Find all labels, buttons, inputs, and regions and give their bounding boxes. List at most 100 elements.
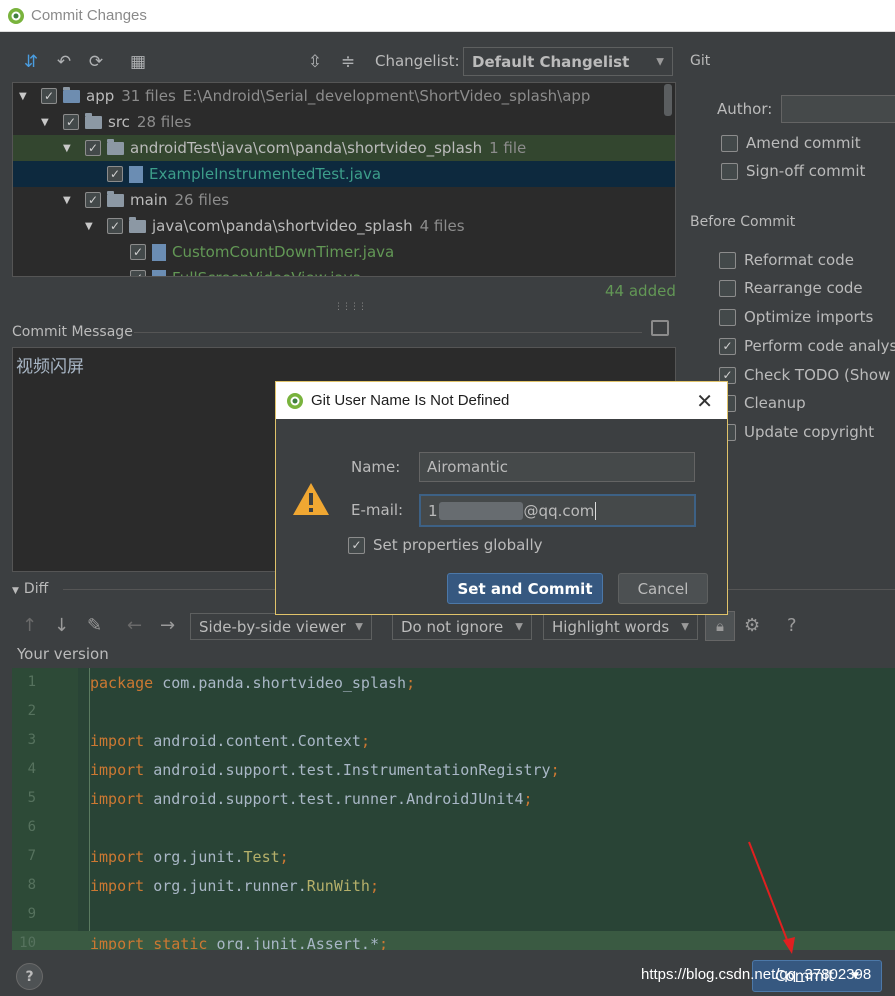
chevron-down-icon[interactable]: ▼ [63,195,77,206]
checkbox-unchecked[interactable] [719,308,736,326]
whitespace-select[interactable]: Do not ignore ▼ [392,613,532,640]
tree-node-count: 1 file [489,139,527,157]
tree-node-java-package[interactable]: ▼ ✓ java\com\panda\shortvideo_splash 4 f… [13,213,675,239]
tree-node-count: 26 files [174,191,229,209]
close-icon[interactable]: ✕ [696,389,713,413]
line-number: 4 [27,761,36,777]
check-todo-checkbox[interactable]: ✓ Check TODO (Show All) [719,366,895,384]
chevron-down-icon: ▼ [355,621,363,632]
amend-commit-checkbox[interactable]: Amend commit [721,134,861,152]
your-version-label: Your version [17,645,109,663]
chevron-down-icon[interactable]: ▼ [63,143,77,154]
option-label: Rearrange code [744,279,863,297]
tree-node-app[interactable]: ▼ ✓ app 31 files E:\Android\Serial_devel… [13,83,675,109]
tree-node-label: src [108,113,130,131]
tree-node-label: ExampleInstrumentedTest.java [149,165,382,183]
option-label: Optimize imports [744,308,874,326]
help-button[interactable]: ? [16,963,43,990]
rollback-icon[interactable]: ↶ [53,51,75,73]
checkbox-checked[interactable]: ✓ [85,192,101,208]
checkbox-checked[interactable]: ✓ [107,218,123,234]
checkbox-checked[interactable]: ✓ [63,114,79,130]
code-analysis-checkbox[interactable]: ✓ Perform code analysis [719,337,895,355]
code-line: 5 import android.support.test.runner.Andr… [12,786,895,815]
viewer-mode-select[interactable]: Side-by-side viewer ▼ [190,613,372,640]
redacted-text [438,501,523,520]
splitter-handle[interactable]: ⋮⋮⋮⋮ [334,302,367,312]
optimize-imports-checkbox[interactable]: Optimize imports [719,308,873,326]
java-file-icon [152,269,166,276]
changelist-select[interactable]: Default Changelist ▼ [463,47,673,76]
rearrange-code-checkbox[interactable]: Rearrange code [719,279,863,297]
chevron-down-icon[interactable]: ▼ [85,221,99,232]
checkbox-checked[interactable]: ✓ [130,244,146,260]
cancel-button[interactable]: Cancel [618,573,708,604]
checkbox-checked[interactable]: ✓ [348,536,365,554]
tree-node-src[interactable]: ▼ ✓ src 28 files [13,109,675,135]
chevron-down-icon: ▼ [681,621,689,632]
move-to-changelist-icon[interactable]: ⇵ [20,51,42,73]
tree-node-file[interactable]: ✓ FullScreenVideoView.java [13,265,675,276]
line-number: 9 [27,906,36,922]
name-input[interactable]: Airomantic [419,452,695,482]
checkbox-unchecked[interactable] [721,134,738,152]
option-label: Check TODO (Show All) [744,366,895,384]
changed-files-tree[interactable]: ▼ ✓ app 31 files E:\Android\Serial_devel… [12,82,676,277]
checkbox-checked[interactable]: ✓ [41,88,57,104]
android-studio-icon [287,392,303,409]
author-input[interactable] [781,95,895,123]
java-file-icon [152,243,166,261]
diff-section-label[interactable]: ▼ Diff [12,581,48,597]
checkbox-unchecked[interactable] [721,162,738,180]
code-text: import android.support.test.runner.Andro… [90,790,533,808]
checkbox-checked[interactable]: ✓ [85,140,101,156]
previous-file-icon[interactable]: ← [127,615,142,636]
git-user-dialog[interactable]: Git User Name Is Not Defined ✕ Name: Air… [275,381,728,615]
highlight-select[interactable]: Highlight words ▼ [543,613,698,640]
email-input[interactable]: 1 @qq.com [419,494,696,527]
diff-help-icon[interactable]: ? [787,615,797,636]
highlight-value: Highlight words [552,617,670,636]
edit-source-icon[interactable]: ✎ [87,615,102,636]
tree-node-androidtest[interactable]: ▼ ✓ androidTest\java\com\panda\shortvide… [13,135,675,161]
refresh-icon[interactable]: ⟳ [85,51,107,73]
expand-all-icon[interactable]: ⇳ [304,51,326,73]
group-by-icon[interactable]: ▦ [127,51,149,73]
commit-history-icon[interactable] [651,320,669,336]
signoff-commit-checkbox[interactable]: Sign-off commit [721,162,865,180]
tree-node-label: androidTest\java\com\panda\shortvideo_sp… [130,139,483,157]
tree-node-label: CustomCountDownTimer.java [172,243,395,261]
option-label: Reformat code [744,251,854,269]
checkbox-checked[interactable]: ✓ [719,337,736,355]
tree-node-file[interactable]: ✓ ExampleInstrumentedTest.java [13,161,675,187]
set-globally-checkbox[interactable]: ✓ Set properties globally [348,536,543,554]
next-file-icon[interactable]: → [160,615,175,636]
set-and-commit-button[interactable]: Set and Commit [447,573,603,604]
code-line: 3 import android.content.Context; [12,728,895,757]
dialog-title: Git User Name Is Not Defined [311,392,510,409]
cleanup-checkbox[interactable]: Cleanup [719,394,806,412]
tree-scrollbar[interactable] [664,84,672,116]
reformat-code-checkbox[interactable]: Reformat code [719,251,854,269]
chevron-down-icon[interactable]: ▼ [41,117,55,128]
folder-icon [107,138,124,155]
checkbox-checked[interactable]: ✓ [130,270,146,276]
amend-commit-label: Amend commit [746,134,861,152]
tree-node-file[interactable]: ✓ CustomCountDownTimer.java [13,239,675,265]
tree-node-path: E:\Android\Serial_development\ShortVideo… [182,87,591,105]
checkbox-unchecked[interactable] [719,279,736,297]
java-file-icon [129,165,143,183]
code-line: 2 [12,699,895,728]
settings-gear-icon[interactable]: ⚙ [744,615,760,636]
checkbox-checked[interactable]: ✓ [107,166,123,182]
next-difference-icon[interactable]: ↓ [54,615,69,636]
checkbox-unchecked[interactable] [719,251,736,269]
previous-difference-icon[interactable]: ↑ [22,615,37,636]
update-copyright-checkbox[interactable]: Update copyright [719,423,874,441]
chevron-down-icon[interactable]: ▼ [19,91,33,102]
collapse-triangle-icon: ▼ [12,586,19,596]
lock-icon[interactable]: 🔒︎ [705,611,735,641]
tree-node-main[interactable]: ▼ ✓ main 26 files [13,187,675,213]
collapse-all-icon[interactable]: ≑ [337,51,359,73]
changelist-value: Default Changelist [472,52,630,71]
